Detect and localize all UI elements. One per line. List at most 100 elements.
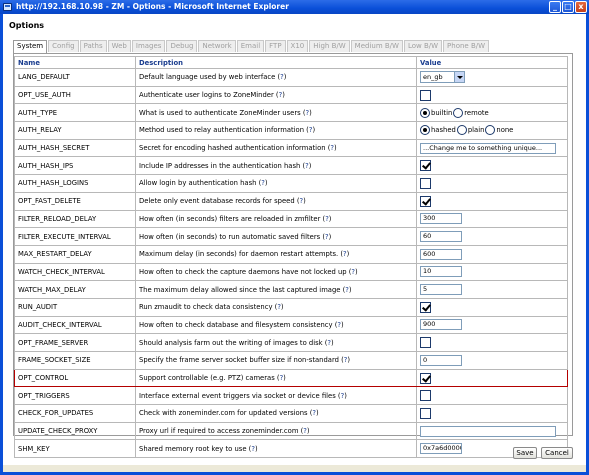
option-text-input[interactable]: 5 <box>420 284 462 296</box>
table-row: RUN_AUDIT Run zmaudit to check data consi… <box>14 297 568 317</box>
description-close: ) <box>346 250 350 259</box>
tab-medium-b-w[interactable]: Medium B/W <box>350 40 403 52</box>
option-name: WATCH_MAX_DELAY <box>14 280 136 299</box>
table-row: AUTH_HASH_SECRET Secret for encoding hash… <box>14 138 568 158</box>
option-radio[interactable] <box>485 125 496 136</box>
tab-phone-b-w[interactable]: Phone B/W <box>443 40 490 52</box>
option-value: 300 <box>416 209 568 229</box>
description-text: Method used to relay authentication info… <box>139 126 309 135</box>
option-value: 10 <box>416 262 568 282</box>
option-text-input[interactable]: 60 <box>420 231 462 243</box>
tab-images[interactable]: Images <box>131 40 166 52</box>
cancel-button[interactable]: Cancel <box>541 447 573 459</box>
option-text-input[interactable]: 0x7a6d0000 <box>420 443 462 455</box>
tab-paths[interactable]: Paths <box>79 40 107 52</box>
tab-debug[interactable]: Debug <box>166 40 198 52</box>
option-checkbox[interactable] <box>420 195 431 207</box>
table-row: FRAME_SOCKET_SIZE Specify the frame serve… <box>14 351 568 370</box>
table-row: MAX_RESTART_DELAY Maximum delay (in secon… <box>14 244 568 264</box>
chevron-down-icon[interactable] <box>454 72 464 83</box>
description-close: ) <box>254 444 258 453</box>
description-close: ) <box>282 91 285 100</box>
option-name: AUDIT_CHECK_INTERVAL <box>14 315 136 335</box>
option-value <box>416 191 568 211</box>
tab-web[interactable]: Web <box>107 40 131 52</box>
option-text-input[interactable]: 900 <box>420 319 462 331</box>
option-description: Specify the frame server socket buffer s… <box>135 351 417 370</box>
radio-label: remote <box>464 108 489 117</box>
option-text-input[interactable]: 300 <box>420 213 462 225</box>
option-name: AUTH_HASH_SECRET <box>14 138 136 158</box>
option-name: AUTH_TYPE <box>14 103 136 123</box>
description-text: Interface external event triggers via so… <box>139 391 341 400</box>
option-text-input[interactable] <box>420 425 556 437</box>
table-row: WATCH_MAX_DELAY The maximum delay allowed… <box>14 280 568 299</box>
table-row: CHECK_FOR_UPDATES Check with zoneminder.c… <box>14 404 568 423</box>
option-checkbox[interactable] <box>420 407 431 419</box>
option-checkbox[interactable] <box>420 390 431 402</box>
option-value: builtin remote <box>416 103 568 123</box>
description-close: ) <box>283 374 286 383</box>
option-value: hashed plain none <box>416 121 568 140</box>
option-radio[interactable] <box>420 125 430 136</box>
language-select[interactable]: en_gb <box>420 71 465 84</box>
close-button[interactable]: x <box>575 1 587 13</box>
minimize-button[interactable]: _ <box>549 1 561 13</box>
option-checkbox[interactable] <box>420 177 431 189</box>
description-close: ) <box>280 303 284 312</box>
option-value: 60 <box>416 227 568 246</box>
option-name: AUTH_HASH_IPS <box>14 156 136 176</box>
maximize-button[interactable]: □ <box>562 1 574 13</box>
option-description: Proxy url if required to access zonemind… <box>135 421 417 441</box>
description-close: ) <box>341 320 344 329</box>
option-description: Run zmaudit to check data consistency (?… <box>135 297 417 317</box>
radio-label: builtin <box>431 108 453 117</box>
option-checkbox[interactable] <box>420 301 431 313</box>
option-checkbox[interactable] <box>420 89 431 101</box>
option-radio[interactable] <box>420 107 430 118</box>
page-title: Options <box>9 21 45 30</box>
option-name: FILTER_EXECUTE_INTERVAL <box>14 227 136 246</box>
option-text-input[interactable]: 600 <box>420 248 462 260</box>
option-radio[interactable] <box>456 125 467 136</box>
radio-label: plain <box>467 126 485 135</box>
tab-system[interactable]: System <box>13 40 48 53</box>
option-text-input[interactable]: 10 <box>420 266 462 278</box>
column-header-description: Description <box>135 56 417 69</box>
option-description: How often to check the capture daemons h… <box>135 262 417 282</box>
option-description: Interface external event triggers via so… <box>135 386 417 406</box>
table-row: AUDIT_CHECK_INTERVAL How often to check d… <box>14 315 568 335</box>
option-description: Authenticate user logins to ZoneMinder (… <box>135 85 417 105</box>
option-name: AUTH_RELAY <box>14 121 136 140</box>
tab-network[interactable]: Network <box>198 40 236 52</box>
tab-low-b-w[interactable]: Low B/W <box>403 40 443 52</box>
option-radio[interactable] <box>453 107 464 118</box>
tab-x10[interactable]: X10 <box>286 40 309 52</box>
tab-email[interactable]: Email <box>236 40 265 52</box>
window-title: http://192.168.10.98 - ZM - Options - Mi… <box>16 2 289 11</box>
option-value: ...Change me to something unique... <box>416 138 568 158</box>
option-name: OPT_CONTROL <box>14 368 136 388</box>
option-name: OPT_TRIGGERS <box>14 386 136 406</box>
description-text: What is used to authenticate ZoneMinder … <box>139 108 306 117</box>
table-row: AUTH_RELAY Method used to relay authentic… <box>14 121 568 140</box>
option-description: Check with zoneminder.com for updated ve… <box>135 404 417 423</box>
table-row: FILTER_EXECUTE_INTERVAL How often (in sec… <box>14 227 568 246</box>
description-text: Check with zoneminder.com for updated ve… <box>139 409 313 418</box>
description-close: ) <box>309 108 312 117</box>
description-close: ) <box>312 126 316 135</box>
option-checkbox[interactable] <box>420 160 431 172</box>
save-button[interactable]: Save <box>513 447 537 459</box>
option-text-input[interactable]: 0 <box>420 354 462 366</box>
description-close: ) <box>344 391 347 400</box>
tab-config[interactable]: Config <box>48 40 79 52</box>
option-checkbox[interactable] <box>420 372 431 384</box>
tab-high-b-w[interactable]: High B/W <box>309 40 350 52</box>
description-close: ) <box>308 161 312 170</box>
tab-ftp[interactable]: FTP <box>265 40 286 52</box>
description-close: ) <box>348 285 352 294</box>
description-text: Proxy url if required to access zonemind… <box>139 427 304 436</box>
option-checkbox[interactable] <box>420 337 431 349</box>
option-text-input[interactable]: ...Change me to something unique... <box>420 142 556 154</box>
status-bar <box>3 465 586 472</box>
